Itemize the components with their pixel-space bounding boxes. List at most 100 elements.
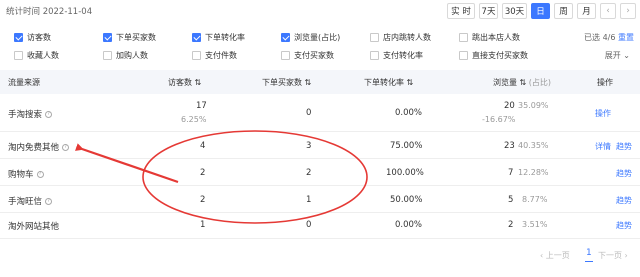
conversion-cell: 0.00% xyxy=(395,220,423,230)
metric-paid-buyers[interactable]: 支付买家数 xyxy=(281,50,334,61)
metric-label: 支付转化率 xyxy=(383,51,423,60)
expand-button[interactable]: 展开 ⌄ xyxy=(605,50,630,61)
header-conversion[interactable]: 下单转化率 ⇅ xyxy=(364,77,413,88)
metric-order-conversion[interactable]: 下单转化率 xyxy=(192,32,245,43)
metric-label: 店内跳转人数 xyxy=(383,33,431,42)
sort-icon: ⇅ xyxy=(192,78,202,87)
source-cell: 手淘旺信? xyxy=(8,195,53,207)
checkbox-unchecked-icon xyxy=(103,51,112,60)
visitors-cell: 1 xyxy=(200,220,206,230)
metric-paid-items[interactable]: 支付件数 xyxy=(192,50,237,61)
views-share: 40.35% xyxy=(518,141,549,150)
header-visitors-label: 访客数 xyxy=(168,78,192,87)
help-icon[interactable]: ? xyxy=(36,171,44,178)
conversion-cell: 50.00% xyxy=(390,195,423,205)
metric-order-buyers[interactable]: 下单买家数 xyxy=(103,32,156,43)
sort-icon: ⇅ xyxy=(517,78,529,87)
metric-label: 跳出本店人数 xyxy=(472,33,520,42)
trend-link[interactable]: 趋势 xyxy=(616,195,632,206)
help-icon[interactable]: ? xyxy=(45,198,53,205)
source-label: 淘外网站其他 xyxy=(8,222,60,232)
action-link[interactable]: 操作 xyxy=(595,108,611,119)
header-actions: 操作 xyxy=(597,78,613,87)
conversion-cell: 75.00% xyxy=(390,141,423,151)
selected-count-text: 已选 4/6 xyxy=(584,33,616,42)
metric-pay-conversion[interactable]: 支付转化率 xyxy=(370,50,423,61)
views-cell: 23 xyxy=(504,141,515,151)
views-share: 8.77% xyxy=(522,195,548,204)
metric-add-cart[interactable]: 加购人数 xyxy=(103,50,148,61)
metric-bounce-out[interactable]: 跳出本店人数 xyxy=(459,32,520,43)
metric-page-views[interactable]: 浏览量(占比) xyxy=(281,32,340,43)
metric-label: 浏览量(占比) xyxy=(294,33,341,42)
help-icon[interactable]: ? xyxy=(62,144,70,151)
trend-link[interactable]: 趋势 xyxy=(616,141,632,152)
source-cell: 手淘搜索? xyxy=(8,108,53,120)
conversion-cell: 100.00% xyxy=(386,168,424,178)
pager-current-underline xyxy=(585,261,593,262)
metric-visitors[interactable]: 访客数 xyxy=(14,32,51,43)
conversion-cell: 0.00% xyxy=(395,108,423,118)
visitors-change: 6.25% xyxy=(181,115,207,124)
header-views[interactable]: 浏览量 ⇅ (占比) xyxy=(493,77,551,88)
views-cell: 20 xyxy=(504,101,515,111)
source-cell: 购物车? xyxy=(8,168,44,180)
range-30d[interactable]: 30天 xyxy=(502,3,527,19)
prev-date-button[interactable]: ‹ xyxy=(600,3,616,19)
next-date-button[interactable]: › xyxy=(620,3,636,19)
checkbox-unchecked-icon xyxy=(459,51,468,60)
metric-favorites[interactable]: 收藏人数 xyxy=(14,50,59,61)
source-label: 手淘搜索 xyxy=(8,110,43,120)
header-buyers[interactable]: 下单买家数 ⇅ xyxy=(262,77,311,88)
header-visitors[interactable]: 访客数 ⇅ xyxy=(168,77,201,88)
checkbox-checked-icon xyxy=(14,33,23,42)
range-week[interactable]: 周 xyxy=(554,3,573,19)
range-realtime[interactable]: 实 时 xyxy=(447,3,475,19)
range-day[interactable]: 日 xyxy=(531,3,550,19)
pager-prev[interactable]: ‹ 上一页 xyxy=(540,250,570,261)
range-month[interactable]: 月 xyxy=(577,3,596,19)
checkbox-unchecked-icon xyxy=(192,51,201,60)
views-share: 12.28% xyxy=(518,168,549,177)
views-cell: 5 xyxy=(508,195,514,205)
checkbox-unchecked-icon xyxy=(370,51,379,60)
checkbox-checked-icon xyxy=(103,33,112,42)
checkbox-checked-icon xyxy=(281,33,290,42)
header-buyers-label: 下单买家数 xyxy=(262,78,302,87)
row-divider xyxy=(0,131,640,132)
visitors-cell: 17 xyxy=(196,101,207,111)
reset-link[interactable]: 重置 xyxy=(618,33,634,42)
trend-link[interactable]: 趋势 xyxy=(616,168,632,179)
metric-label: 收藏人数 xyxy=(27,51,59,60)
metric-label: 下单转化率 xyxy=(205,33,245,42)
buyers-cell: 3 xyxy=(306,141,312,151)
checkbox-unchecked-icon xyxy=(459,33,468,42)
source-label: 购物车 xyxy=(8,170,34,180)
checkbox-unchecked-icon xyxy=(281,51,290,60)
row-divider xyxy=(0,185,640,186)
stat-time: 统计时间 2022-11-04 xyxy=(6,7,93,17)
range-7d[interactable]: 7天 xyxy=(479,3,498,19)
buyers-cell: 1 xyxy=(306,195,312,205)
metric-label: 加购人数 xyxy=(116,51,148,60)
detail-link[interactable]: 详情 xyxy=(595,141,611,152)
pager-next[interactable]: 下一页 › xyxy=(598,250,628,261)
header-views-share: (占比) xyxy=(528,78,552,87)
metric-direct-paid-buyers[interactable]: 直接支付买家数 xyxy=(459,50,528,61)
metric-label: 访客数 xyxy=(27,33,51,42)
metric-label: 支付件数 xyxy=(205,51,237,60)
views-cell: 2 xyxy=(508,220,514,230)
help-icon[interactable]: ? xyxy=(45,111,53,118)
visitors-cell: 2 xyxy=(200,168,206,178)
metric-label: 直接支付买家数 xyxy=(472,51,528,60)
row-divider xyxy=(0,238,640,239)
trend-link[interactable]: 趋势 xyxy=(616,220,632,231)
header-conversion-label: 下单转化率 xyxy=(364,78,404,87)
metric-in-store-jumps[interactable]: 店内跳转人数 xyxy=(370,32,431,43)
source-label: 淘内免费其他 xyxy=(8,143,60,153)
visitors-cell: 4 xyxy=(200,141,206,151)
metric-label: 支付买家数 xyxy=(294,51,334,60)
pager-current[interactable]: 1 xyxy=(586,248,592,258)
buyers-cell: 0 xyxy=(306,220,312,230)
views-share: 35.09% xyxy=(518,101,549,110)
